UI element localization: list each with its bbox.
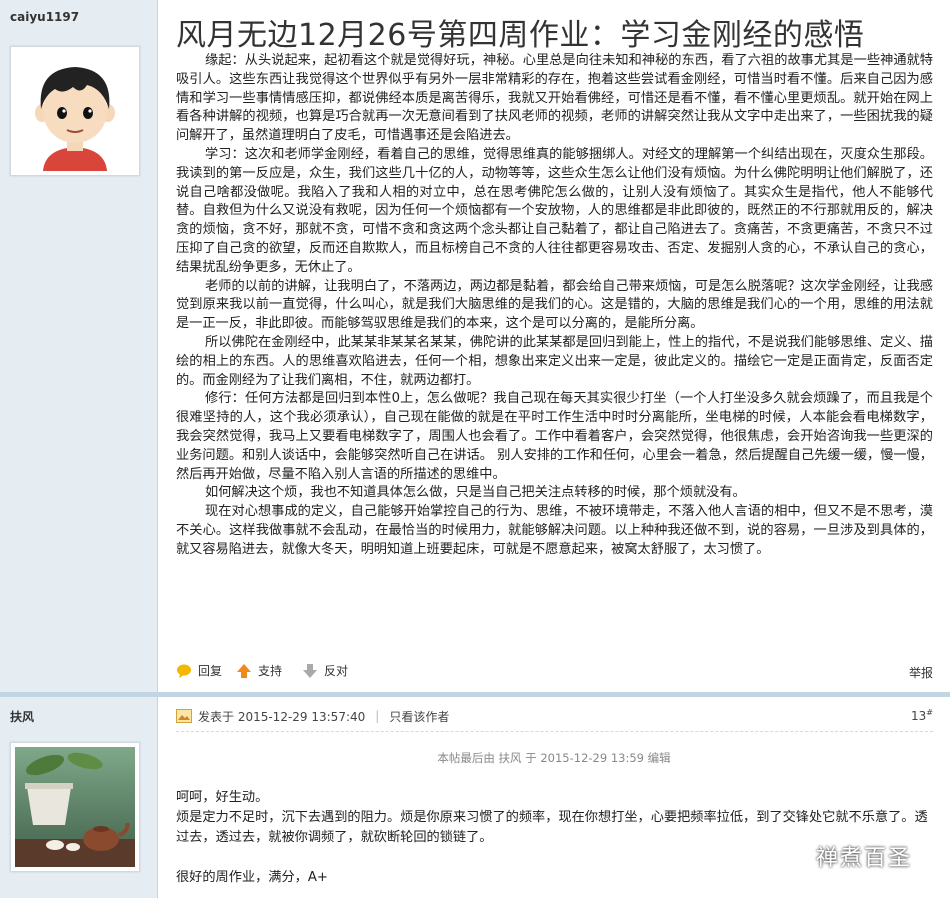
post2-meta: 发表于 2015-12-29 13:57:40 | 只看该作者 13#: [176, 706, 933, 726]
support-label: 支持: [258, 664, 283, 678]
post1-username[interactable]: caiyu1197: [10, 10, 79, 24]
reply-label: 回复: [198, 664, 223, 678]
meta-divider-line: [176, 731, 933, 732]
report-link[interactable]: 举报: [909, 664, 933, 681]
watermark-text: 禅煮百圣: [816, 846, 913, 871]
post-title: 风月无边12月26号第四周作业：学习金刚经的感悟: [176, 18, 865, 53]
oppose-button[interactable]: 反对: [302, 662, 348, 679]
post2-timestamp: 发表于 2015-12-29 13:57:40: [198, 709, 366, 724]
cartoon-boy-avatar-icon: [15, 51, 135, 171]
up-arrow-icon: [237, 663, 251, 678]
post1-avatar[interactable]: [10, 46, 140, 176]
post1-body: 缘起：从头说起来，起初看这个就是觉得好玩，神秘。心里总是向往未知和神秘的东西，看…: [176, 52, 933, 560]
only-author-link[interactable]: 只看该作者: [389, 708, 449, 725]
post1-paragraph: 所以佛陀在金刚经中，此某某非某某名某某，佛陀讲的此某某都是回归到能上，性上的指代…: [176, 334, 933, 388]
post1-paragraph: 修行：任何方法都是回归到本性0上，怎么做呢？我自己现在每天其实很少打坐（一个人打…: [176, 391, 933, 482]
oppose-label: 反对: [324, 664, 349, 678]
thread-content: 风月无边12月26号第四周作业：学习金刚经的感悟 缘起：从头说起来，起初看这个就…: [158, 0, 950, 898]
down-arrow-icon: [303, 663, 317, 678]
wechat-logo-icon: [780, 844, 810, 867]
post1-paragraph: 现在对心想事成的定义，自己能够开始掌控自己的行为、思维，不被环境带走，不落入他人…: [176, 504, 933, 557]
reply-line: 呵呵，好生动。: [176, 790, 269, 805]
watermark: 禅煮百圣: [780, 840, 912, 872]
post2-body: 呵呵，好生动。 烦是定力不足时，沉下去遇到的阻力。烦是你原来习惯了的频率，现在你…: [176, 788, 933, 888]
post2-username[interactable]: 扶风: [10, 708, 34, 725]
post1-actions: 回复 支持 反对 举报: [176, 662, 933, 684]
post-image-icon: [176, 709, 192, 723]
floor-value: 13: [911, 709, 927, 723]
edit-note: 本帖最后由 扶风 于 2015-12-29 13:59 编辑: [437, 751, 671, 765]
tea-set-avatar-icon: [15, 747, 135, 867]
floor-number[interactable]: 13#: [911, 708, 933, 723]
post1-paragraph: 如何解决这个烦，我也不知道具体怎么做，只是当自己把关注点转移的时候，那个烦就没有…: [205, 485, 746, 501]
post1-paragraph: 老师的以前的讲解，让我明白了，不落两边，两边都是黏着，都会给自己带来烦恼，可是怎…: [176, 278, 933, 332]
post1-paragraph: 学习：这次和老师学金刚经，看着自己的思维，觉得思维真的能够捆绑人。对经文的理解第…: [176, 146, 933, 275]
reply-bubble-icon: [177, 664, 191, 678]
author-sidebar: caiyu1197 扶风: [0, 0, 158, 898]
floor-mark: #: [926, 708, 933, 717]
meta-divider: |: [375, 709, 380, 723]
post-separator: [0, 692, 950, 697]
post1-paragraph: 缘起：从头说起来，起初看这个就是觉得好玩，神秘。心里总是向往未知和神秘的东西，看…: [176, 53, 933, 144]
support-button[interactable]: 支持: [236, 662, 282, 679]
post2-avatar[interactable]: [10, 742, 140, 872]
reply-button[interactable]: 回复: [176, 662, 222, 679]
